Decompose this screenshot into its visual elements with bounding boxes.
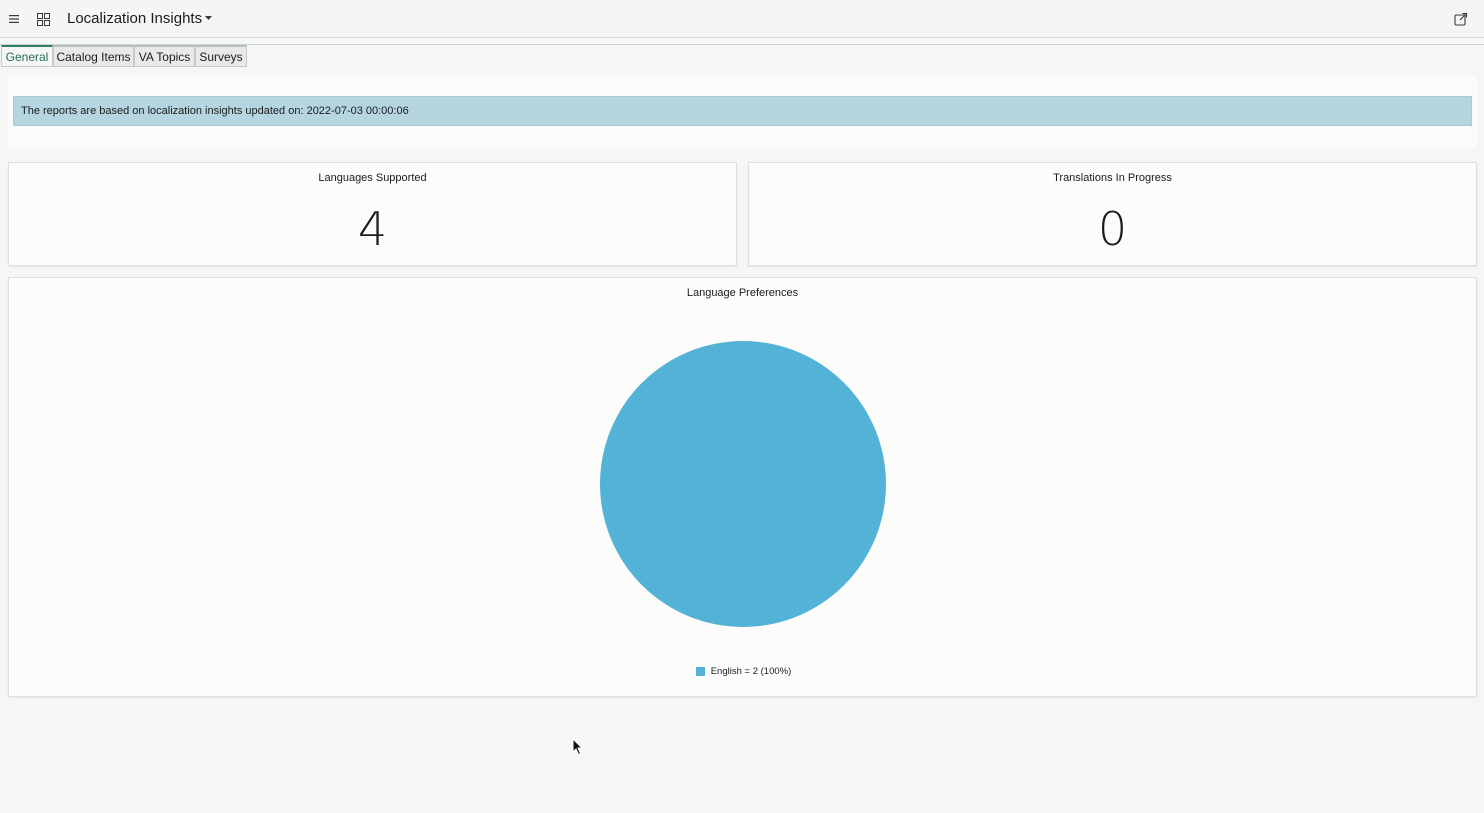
caret-down-icon[interactable]	[203, 13, 213, 23]
page-title[interactable]: Localization Insights	[67, 9, 202, 29]
language-preferences-card: Language Preferences English = 2 (100%)	[8, 277, 1477, 697]
card-title: Translations In Progress	[1053, 172, 1172, 184]
pie-slice-english[interactable]	[600, 341, 886, 627]
share-external-icon[interactable]	[1452, 10, 1470, 28]
mouse-cursor-icon	[572, 738, 584, 756]
tab-surveys[interactable]: Surveys	[195, 45, 247, 67]
languages-supported-card[interactable]: Languages Supported 4	[8, 162, 737, 266]
stat-value: 0	[1097, 202, 1128, 256]
grid-apps-icon[interactable]	[34, 10, 52, 28]
tab-va-topics[interactable]: VA Topics	[134, 45, 195, 67]
translations-in-progress-card[interactable]: Translations In Progress 0	[748, 162, 1477, 266]
legend-label: English = 2 (100%)	[710, 665, 792, 677]
card-title: Languages Supported	[318, 172, 427, 184]
pie-chart	[600, 341, 886, 627]
top-bar: Localization Insights	[0, 0, 1484, 38]
tab-bar: General Catalog Items VA Topics Surveys	[0, 44, 1484, 67]
stat-value: 4	[357, 202, 388, 256]
tab-catalog-items[interactable]: Catalog Items	[53, 45, 134, 67]
tab-general[interactable]: General	[1, 45, 53, 67]
hamburger-menu-icon[interactable]	[6, 10, 24, 28]
info-banner: The reports are based on localization in…	[13, 96, 1472, 126]
legend-swatch	[695, 666, 705, 676]
chart-legend[interactable]: English = 2 (100%)	[9, 664, 1478, 678]
banner-container: The reports are based on localization in…	[8, 76, 1477, 148]
